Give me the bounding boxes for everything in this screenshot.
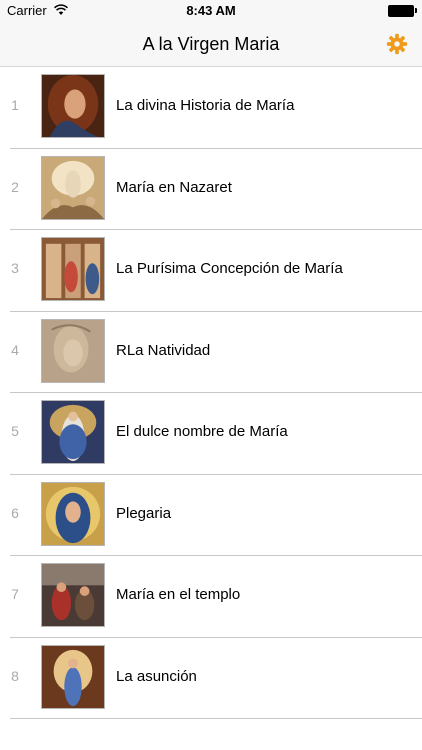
- item-thumbnail: [41, 318, 105, 383]
- gear-icon[interactable]: [386, 33, 408, 55]
- item-thumbnail: [41, 563, 105, 627]
- chapter-list: 1 La divina Historia de María 2 María en…: [0, 67, 422, 719]
- item-thumbnail: [41, 644, 105, 709]
- item-number: 1: [11, 97, 19, 113]
- item-label: María en Nazaret: [116, 178, 232, 196]
- list-item[interactable]: 1 La divina Historia de María: [0, 67, 422, 149]
- item-number: 6: [11, 504, 19, 521]
- item-number: 5: [11, 423, 19, 439]
- list-item[interactable]: 3 La Purísima Concepción de María: [0, 230, 422, 312]
- item-number: 2: [11, 178, 19, 195]
- navigation-bar: A la Virgen Maria: [0, 22, 422, 67]
- row-divider: [10, 718, 422, 719]
- page-title: A la Virgen Maria: [142, 34, 280, 54]
- item-number: 3: [11, 260, 19, 276]
- item-number: 4: [11, 341, 19, 358]
- battery-tip: [415, 8, 417, 13]
- item-label: La asunción: [116, 667, 197, 685]
- list-item[interactable]: 7 María en el templo: [0, 556, 422, 638]
- list-item[interactable]: 2 María en Nazaret: [0, 149, 422, 230]
- battery-icon: [388, 5, 414, 17]
- item-number: 7: [11, 586, 19, 602]
- item-thumbnail: [41, 481, 105, 546]
- item-number: 8: [11, 667, 19, 684]
- item-label: María en el templo: [116, 586, 241, 603]
- list-item[interactable]: 6 Plegaria: [0, 475, 422, 556]
- item-label: RLa Natividad: [116, 341, 211, 359]
- item-thumbnail: [41, 74, 105, 138]
- item-label: Plegaria: [116, 504, 172, 522]
- list-item[interactable]: 8 La asunción: [0, 638, 422, 719]
- item-label: La divina Historia de María: [116, 97, 295, 114]
- status-time: 8:43 AM: [186, 3, 236, 18]
- item-label: El dulce nombre de María: [116, 423, 288, 440]
- status-bar: Carrier 8:43 AM: [0, 0, 422, 22]
- item-thumbnail: [41, 155, 105, 220]
- item-label: La Purísima Concepción de María: [116, 260, 343, 277]
- list-item[interactable]: 5 El dulce nombre de María: [0, 393, 422, 475]
- list-item[interactable]: 4 RLa Natividad: [0, 312, 422, 393]
- item-thumbnail: [41, 237, 105, 301]
- item-thumbnail: [41, 400, 105, 464]
